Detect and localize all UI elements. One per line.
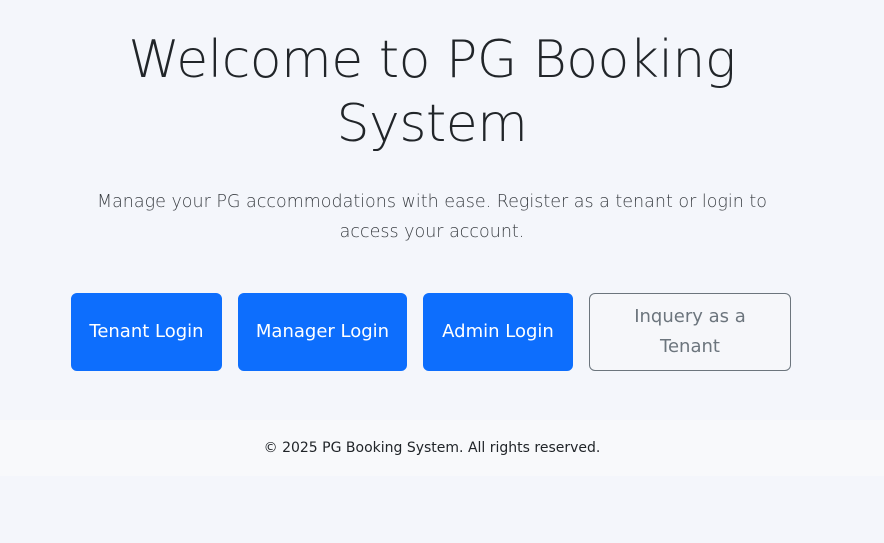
page-title: Welcome to PG Booking System	[128, 30, 736, 154]
hero-description: Manage your PG accommodations with ease.…	[96, 192, 768, 242]
copyright-text: © 2025 PG Booking System. All rights res…	[263, 440, 601, 456]
tenant-inquiry-button[interactable]: Inquery as a Tenant	[589, 293, 791, 371]
manager-login-label: Manager Login	[255, 321, 390, 342]
tenant-inquiry-label: Inquery as a Tenant	[634, 306, 746, 357]
tenant-login-label: Tenant Login	[89, 321, 204, 342]
footer: © 2025 PG Booking System. All rights res…	[0, 420, 884, 476]
admin-login-button[interactable]: Admin Login	[423, 293, 573, 371]
page-bottom	[0, 476, 884, 543]
tenant-login-button[interactable]: Tenant Login	[71, 293, 222, 371]
admin-login-label: Admin Login	[442, 321, 554, 342]
page: Welcome to PG Booking System Manage your…	[0, 0, 884, 543]
hero-section: Welcome to PG Booking System Manage your…	[0, 0, 884, 420]
manager-login-button[interactable]: Manager Login	[238, 293, 407, 371]
